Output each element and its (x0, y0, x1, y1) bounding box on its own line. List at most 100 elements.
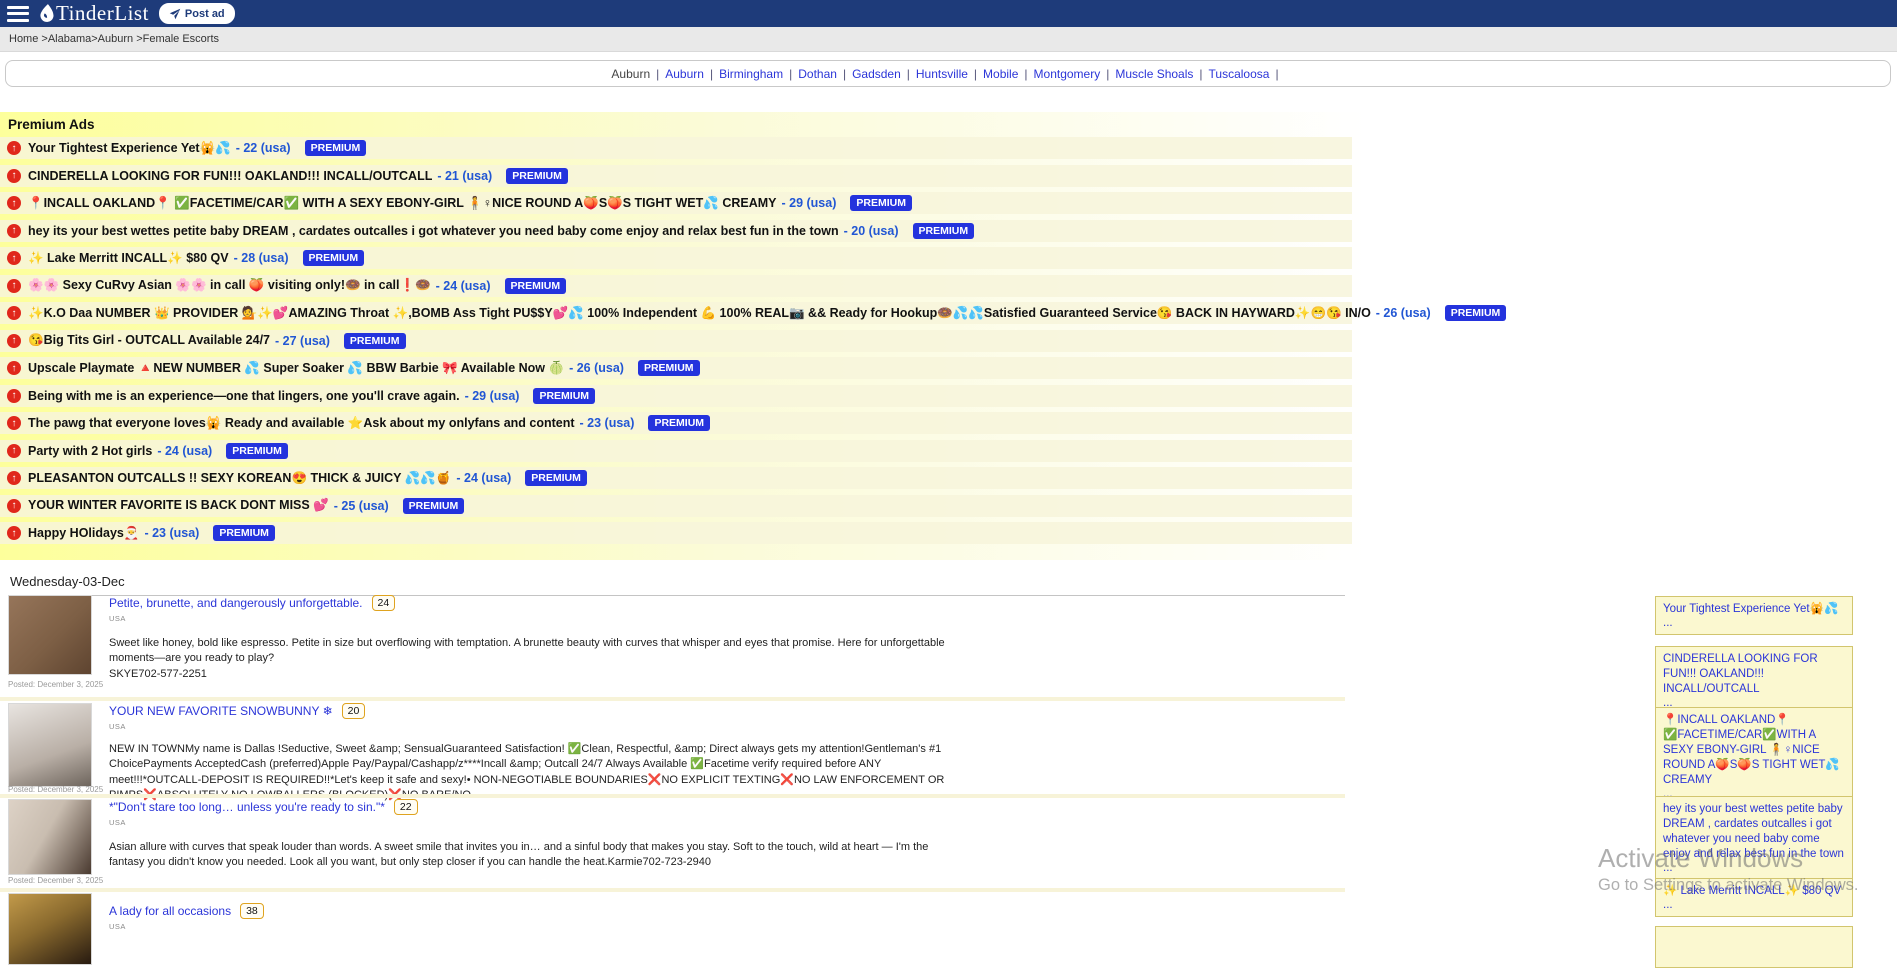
premium-ad-row[interactable]: ↑✨K.O Daa NUMBER 👑 PROVIDER 💁✨💕AMAZING T… (0, 302, 1352, 324)
premium-ad-age: - 25 (usa) (334, 499, 389, 513)
listing-title-link[interactable]: Petite, brunette, and dangerously unforg… (109, 596, 363, 610)
city-link-huntsville[interactable]: Huntsville (916, 67, 968, 81)
listing-thumbnail[interactable] (8, 893, 92, 965)
up-arrow-icon: ↑ (7, 279, 21, 293)
premium-ad-title[interactable]: 😘Big Tits Girl - OUTCALL Available 24/7 (28, 333, 270, 348)
post-ad-button[interactable]: Post ad (159, 3, 235, 24)
premium-ad-row[interactable]: ↑PLEASANTON OUTCALLS !! SEXY KOREAN😍 THI… (0, 467, 1352, 489)
sidebar-ad-box[interactable]: Your Tightest Experience Yet🙀💦 ... (1655, 596, 1853, 635)
premium-badge: PREMIUM (344, 333, 406, 349)
sidebar-ad-box[interactable] (1655, 926, 1853, 968)
up-arrow-icon: ↑ (7, 526, 21, 540)
city-link-dothan[interactable]: Dothan (798, 67, 837, 81)
city-separator: | (843, 67, 846, 81)
paper-plane-icon (169, 8, 181, 20)
posted-date: Posted: December 3, 2025 (8, 876, 103, 885)
sidebar-ad-more[interactable]: ... (1663, 899, 1845, 911)
premium-ad-age: - 28 (usa) (234, 251, 289, 265)
sidebar-ad-title[interactable]: ✨ Lake Merritt INCALL✨ $80 QV (1663, 884, 1845, 899)
premium-badge: PREMIUM (648, 415, 710, 431)
city-link-montgomery[interactable]: Montgomery (1034, 67, 1101, 81)
brand-logo[interactable]: TinderList (39, 1, 149, 26)
premium-ad-row[interactable]: ↑ ✨ Lake Merritt INCALL✨ $80 QV - 28 (usa)… (0, 247, 1352, 269)
premium-ad-row[interactable]: ↑ YOUR WINTER FAVORITE IS BACK DONT MISS … (0, 495, 1352, 517)
premium-badge: PREMIUM (213, 525, 275, 541)
premium-ad-title[interactable]: PLEASANTON OUTCALLS !! SEXY KOREAN😍 THIC… (28, 471, 451, 486)
listing-title-link[interactable]: A lady for all occasions (109, 904, 231, 918)
city-link-auburn[interactable]: Auburn (665, 67, 704, 81)
premium-ad-age: - 24 (usa) (436, 279, 491, 293)
city-link-birmingham[interactable]: Birmingham (719, 67, 783, 81)
breadcrumb-bar: Home >Alabama>Auburn >Female Escorts (0, 27, 1897, 52)
premium-ad-title[interactable]: The pawg that everyone loves🙀 Ready and … (28, 416, 575, 431)
premium-ad-age: - 29 (usa) (465, 389, 520, 403)
premium-ad-title[interactable]: CINDERELLA LOOKING FOR FUN!!! OAKLAND!!!… (28, 169, 432, 183)
hamburger-menu-icon[interactable] (7, 6, 29, 22)
premium-ad-title[interactable]: Happy HOlidays🎅 (28, 526, 139, 541)
sidebar-ad-box[interactable]: CINDERELLA LOOKING FOR FUN!!! OAKLAND!!!… (1655, 646, 1853, 715)
premium-ad-title[interactable]: 📍INCALL OAKLAND📍 ✅FACETIME/CAR✅ WITH A S… (28, 196, 777, 211)
listing-title-link[interactable]: YOUR NEW FAVORITE SNOWBUNNY ❄ (109, 704, 333, 718)
up-arrow-icon: ↑ (7, 389, 21, 403)
premium-ad-row[interactable]: ↑ 🌸🌸 Sexy CuRvy Asian 🌸🌸 in call 🍑 visiti… (0, 275, 1352, 297)
premium-ad-age: - 22 (usa) (236, 141, 291, 155)
premium-ad-title[interactable]: YOUR WINTER FAVORITE IS BACK DONT MISS 💕 (28, 498, 329, 513)
sidebar-ad-title[interactable]: Your Tightest Experience Yet🙀💦 (1663, 602, 1845, 617)
up-arrow-icon: ↑ (7, 141, 21, 155)
listing-thumbnail[interactable] (8, 799, 92, 875)
premium-ad-title[interactable]: Being with me is an experience—one that … (28, 389, 460, 403)
premium-ad-row[interactable]: ↑Party with 2 Hot girls- 24 (usa)PREMIUM (0, 440, 1352, 462)
up-arrow-icon: ↑ (7, 251, 21, 265)
premium-ad-age: - 24 (usa) (157, 444, 212, 458)
age-badge: 24 (372, 595, 396, 611)
premium-ad-title[interactable]: ✨K.O Daa NUMBER 👑 PROVIDER 💁✨💕AMAZING Th… (28, 306, 1371, 321)
sidebar-ad-box[interactable]: hey its your best wettes petite baby DRE… (1655, 796, 1853, 880)
premium-ad-row[interactable]: ↑The pawg that everyone loves🙀 Ready and… (0, 412, 1352, 434)
listing-thumbnail[interactable] (8, 703, 92, 787)
premium-badge: PREMIUM (638, 360, 700, 376)
listing-divider (0, 697, 1345, 701)
city-nav: Auburn | Auburn | Birmingham | Dothan | … (5, 60, 1891, 87)
premium-ad-title[interactable]: Your Tightest Experience Yet🙀💦 (28, 141, 231, 156)
premium-ad-row[interactable]: ↑ Being with me is an experience—one that… (0, 385, 1352, 407)
premium-ad-title[interactable]: ✨ Lake Merritt INCALL✨ $80 QV (28, 251, 229, 266)
listing-description: Sweet like honey, bold like espresso. Pe… (109, 636, 949, 682)
listing-item: A lady for all occasions 38 USA (8, 893, 1008, 932)
listing-item: Petite, brunette, and dangerously unforg… (8, 595, 1008, 685)
premium-ad-row[interactable]: ↑📍INCALL OAKLAND📍 ✅FACETIME/CAR✅ WITH A … (0, 192, 1352, 214)
city-separator: | (1199, 67, 1202, 81)
listing-location: USA (109, 818, 949, 827)
premium-ad-title[interactable]: hey its your best wettes petite baby DRE… (28, 224, 839, 238)
sidebar-ad-title[interactable]: hey its your best wettes petite baby DRE… (1663, 802, 1845, 862)
premium-ad-row[interactable]: ↑Upscale Playmate 🔺NEW NUMBER 💦 Super So… (0, 357, 1352, 379)
premium-ad-row[interactable]: ↑ Your Tightest Experience Yet🙀💦 - 22 (usa… (0, 137, 1352, 159)
listing-thumbnail[interactable] (8, 595, 92, 675)
listing-description: Asian allure with curves that speak loud… (109, 840, 949, 871)
sidebar-ad-more[interactable]: ... (1663, 862, 1845, 874)
sidebar-ad-title[interactable]: 📍INCALL OAKLAND📍 ✅FACETIME/CAR✅WITH A SE… (1663, 713, 1845, 788)
city-link-muscle-shoals[interactable]: Muscle Shoals (1115, 67, 1193, 81)
city-link-gadsden[interactable]: Gadsden (852, 67, 901, 81)
premium-badge: PREMIUM (303, 250, 365, 266)
brand-name: TinderList (56, 1, 149, 26)
sidebar-ad-box[interactable]: 📍INCALL OAKLAND📍 ✅FACETIME/CAR✅WITH A SE… (1655, 707, 1853, 806)
up-arrow-icon: ↑ (7, 499, 21, 513)
city-link-mobile[interactable]: Mobile (983, 67, 1018, 81)
sidebar-ad-box[interactable]: ✨ Lake Merritt INCALL✨ $80 QV ... (1655, 878, 1853, 917)
breadcrumb[interactable]: Home >Alabama>Auburn >Female Escorts (9, 33, 219, 45)
premium-ad-row[interactable]: ↑CINDERELLA LOOKING FOR FUN!!! OAKLAND!!… (0, 165, 1352, 187)
city-separator: | (710, 67, 713, 81)
premium-ad-row[interactable]: ↑Happy HOlidays🎅- 23 (usa)PREMIUM (0, 522, 1352, 544)
sidebar-ad-more[interactable]: ... (1663, 617, 1845, 629)
premium-ad-row[interactable]: ↑hey its your best wettes petite baby DR… (0, 220, 1352, 242)
city-separator: | (1024, 67, 1027, 81)
premium-ad-title[interactable]: 🌸🌸 Sexy CuRvy Asian 🌸🌸 in call 🍑 visitin… (28, 278, 431, 293)
listing-title-link[interactable]: *"Don't stare too long… unless you're re… (109, 800, 385, 814)
premium-ad-row[interactable]: ↑😘Big Tits Girl - OUTCALL Available 24/7… (0, 330, 1352, 352)
sidebar-ad-title[interactable]: CINDERELLA LOOKING FOR FUN!!! OAKLAND!!!… (1663, 652, 1845, 697)
city-link-tuscaloosa[interactable]: Tuscaloosa (1209, 67, 1270, 81)
premium-ad-title[interactable]: Upscale Playmate 🔺NEW NUMBER 💦 Super Soa… (28, 361, 564, 376)
premium-ad-title[interactable]: Party with 2 Hot girls (28, 444, 152, 458)
up-arrow-icon: ↑ (7, 444, 21, 458)
premium-ad-age: - 21 (usa) (437, 169, 492, 183)
